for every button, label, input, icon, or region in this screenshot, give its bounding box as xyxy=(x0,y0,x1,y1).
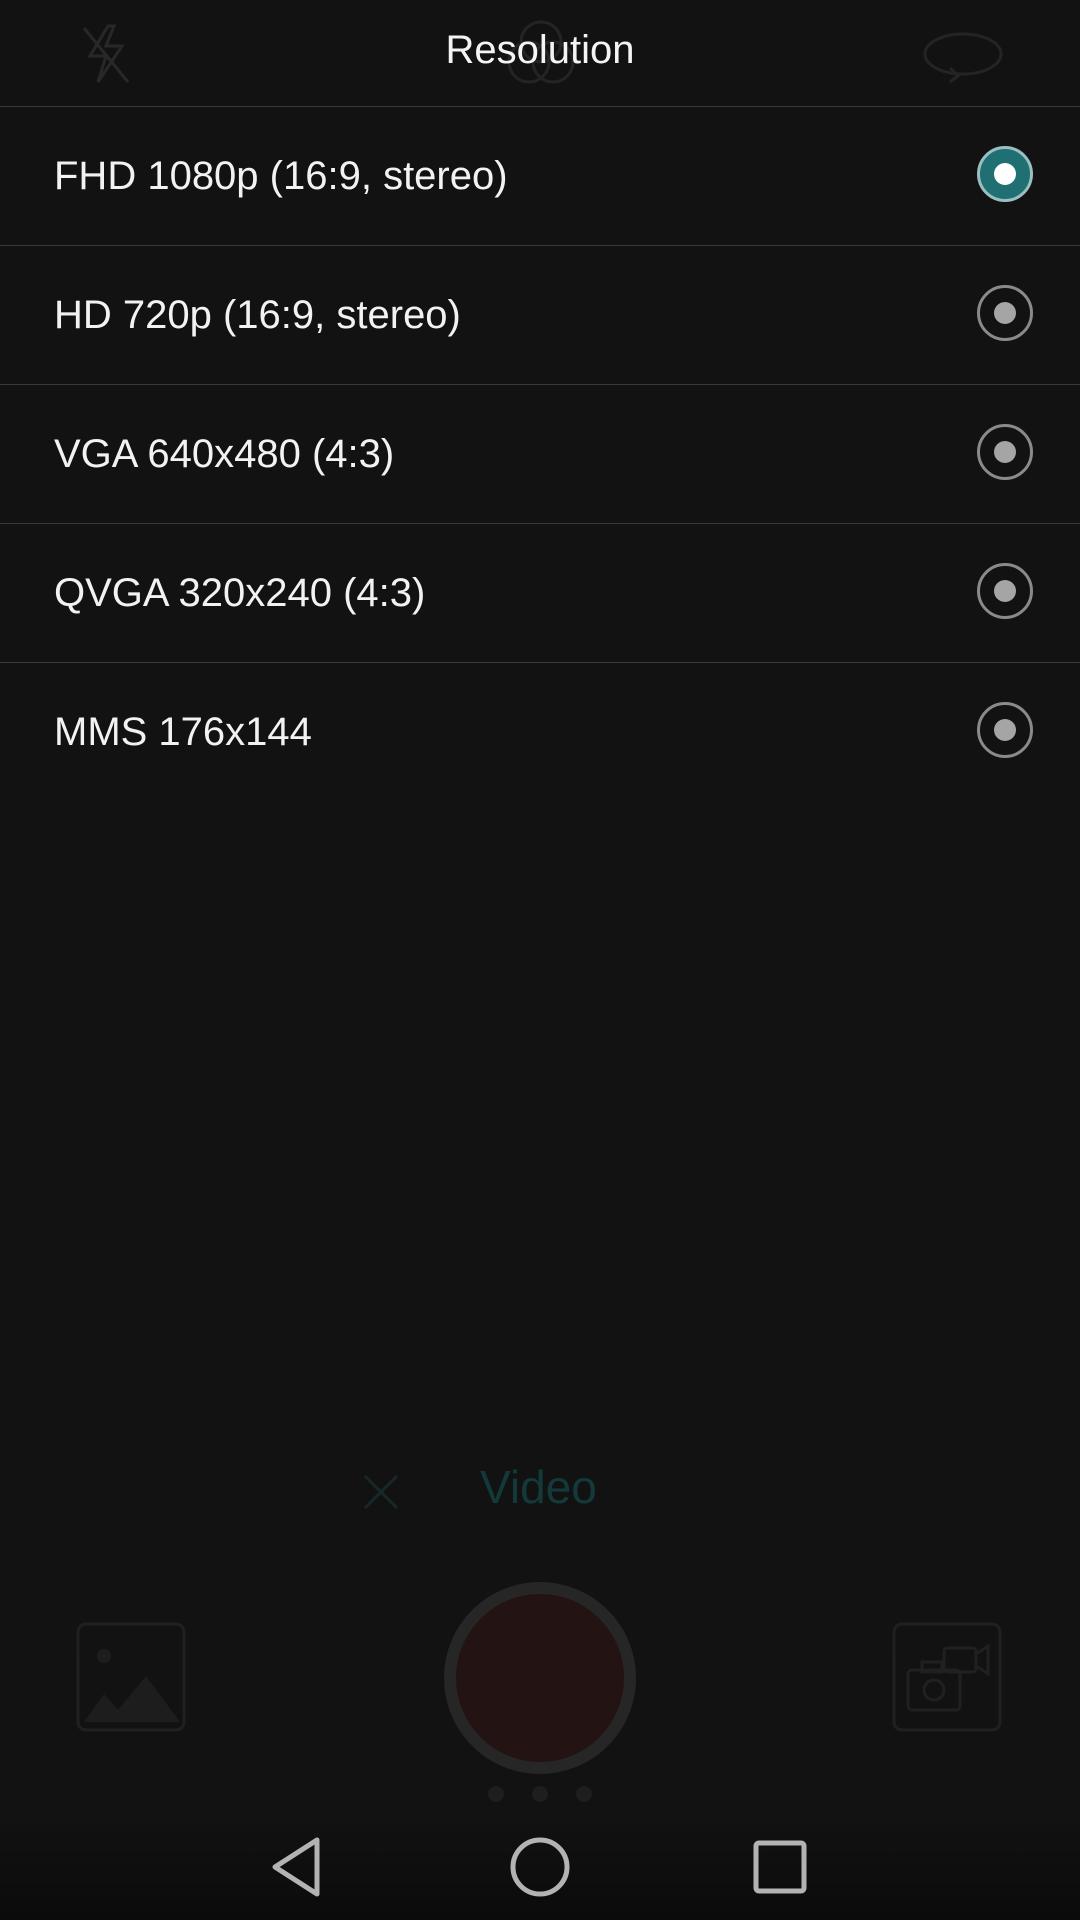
radio-dot xyxy=(994,580,1016,602)
record-button[interactable] xyxy=(444,1582,636,1774)
option-label: MMS 176x144 xyxy=(54,710,312,754)
back-icon[interactable] xyxy=(265,1832,335,1902)
page-dot xyxy=(576,1786,592,1802)
radio-button[interactable] xyxy=(977,702,1033,758)
camera-video-switch-icon[interactable] xyxy=(892,1622,1002,1732)
radio-button[interactable] xyxy=(977,285,1033,341)
resolution-option-hd-720p[interactable]: HD 720p (16:9, stereo) xyxy=(0,246,1080,385)
resolution-option-fhd-1080p[interactable]: FHD 1080p (16:9, stereo) xyxy=(0,107,1080,246)
system-navigation-bar xyxy=(0,1812,1080,1920)
page-title: Resolution xyxy=(445,28,635,72)
page-dot xyxy=(532,1786,548,1802)
resolution-option-mms[interactable]: MMS 176x144 xyxy=(0,663,1080,801)
page-dot xyxy=(488,1786,504,1802)
option-label: FHD 1080p (16:9, stereo) xyxy=(54,154,508,198)
radio-dot xyxy=(994,719,1016,741)
resolution-option-qvga[interactable]: QVGA 320x240 (4:3) xyxy=(0,524,1080,663)
resolution-options-list: FHD 1080p (16:9, stereo) HD 720p (16:9, … xyxy=(0,107,1080,801)
resolution-option-vga[interactable]: VGA 640x480 (4:3) xyxy=(0,385,1080,524)
gallery-icon[interactable] xyxy=(76,1622,186,1732)
option-label: HD 720p (16:9, stereo) xyxy=(54,293,461,337)
radio-button[interactable] xyxy=(977,563,1033,619)
camera-mode-label[interactable]: Video xyxy=(480,1460,597,1514)
radio-button[interactable] xyxy=(977,424,1033,480)
recents-icon[interactable] xyxy=(745,1832,815,1902)
home-icon[interactable] xyxy=(505,1832,575,1902)
option-label: QVGA 320x240 (4:3) xyxy=(54,571,426,615)
option-label: VGA 640x480 (4:3) xyxy=(54,432,395,476)
close-icon[interactable] xyxy=(362,1473,400,1511)
radio-dot xyxy=(994,302,1016,324)
radio-dot xyxy=(994,163,1016,185)
mode-page-indicator xyxy=(488,1786,592,1802)
radio-dot xyxy=(994,441,1016,463)
radio-button-selected[interactable] xyxy=(977,146,1033,202)
